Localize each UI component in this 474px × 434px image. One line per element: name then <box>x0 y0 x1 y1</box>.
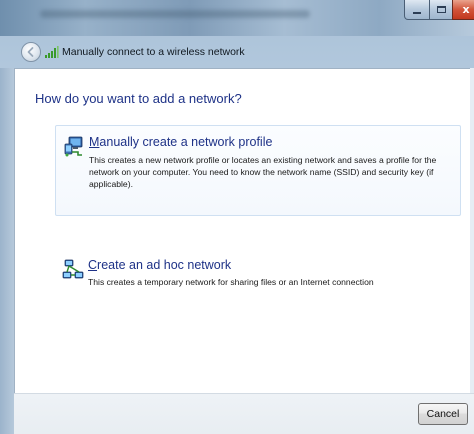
manual-profile-option[interactable]: Manually create a network profile This c… <box>55 125 461 216</box>
maximize-icon <box>436 6 446 13</box>
ad-hoc-network-icon <box>62 259 84 279</box>
manual-profile-access-key: M <box>89 135 100 149</box>
ad-hoc-access-key: C <box>88 258 98 272</box>
title-bar[interactable]: x <box>0 0 474 36</box>
close-button[interactable]: x <box>452 0 474 20</box>
back-button[interactable] <box>21 42 41 62</box>
cancel-button[interactable]: Cancel <box>418 403 468 425</box>
maximize-button[interactable] <box>429 0 453 20</box>
dialog-footer: Cancel <box>14 393 474 434</box>
navigation-bar: Manually connect to a wireless network <box>0 36 474 68</box>
page-heading: How do you want to add a network? <box>35 91 242 106</box>
right-frame-edge <box>470 68 474 393</box>
manual-profile-title-text: anually create a network profile <box>99 135 273 149</box>
blurred-background-text <box>40 10 310 18</box>
ad-hoc-network-description: This creates a temporary network for sha… <box>88 277 374 287</box>
back-arrow-icon <box>27 47 34 57</box>
dialog-title: Manually connect to a wireless network <box>62 46 245 58</box>
close-icon: x <box>462 3 470 16</box>
network-profile-icon <box>64 136 83 157</box>
content-panel: How do you want to add a network? Manual… <box>14 68 474 393</box>
dialog-window: x Manually connect to a wireless network… <box>0 0 474 434</box>
manual-profile-description: This creates a new network profile or lo… <box>89 155 437 189</box>
left-frame-border <box>0 68 14 434</box>
minimize-button[interactable] <box>404 0 430 20</box>
wireless-signal-icon <box>45 46 59 58</box>
minimize-icon <box>413 11 421 14</box>
ad-hoc-network-option[interactable]: Create an ad hoc network This creates a … <box>55 254 461 294</box>
ad-hoc-title-text: reate an ad hoc network <box>97 258 232 272</box>
ad-hoc-network-title[interactable]: Create an ad hoc network <box>88 258 231 272</box>
manual-profile-title[interactable]: Manually create a network profile <box>89 135 272 149</box>
